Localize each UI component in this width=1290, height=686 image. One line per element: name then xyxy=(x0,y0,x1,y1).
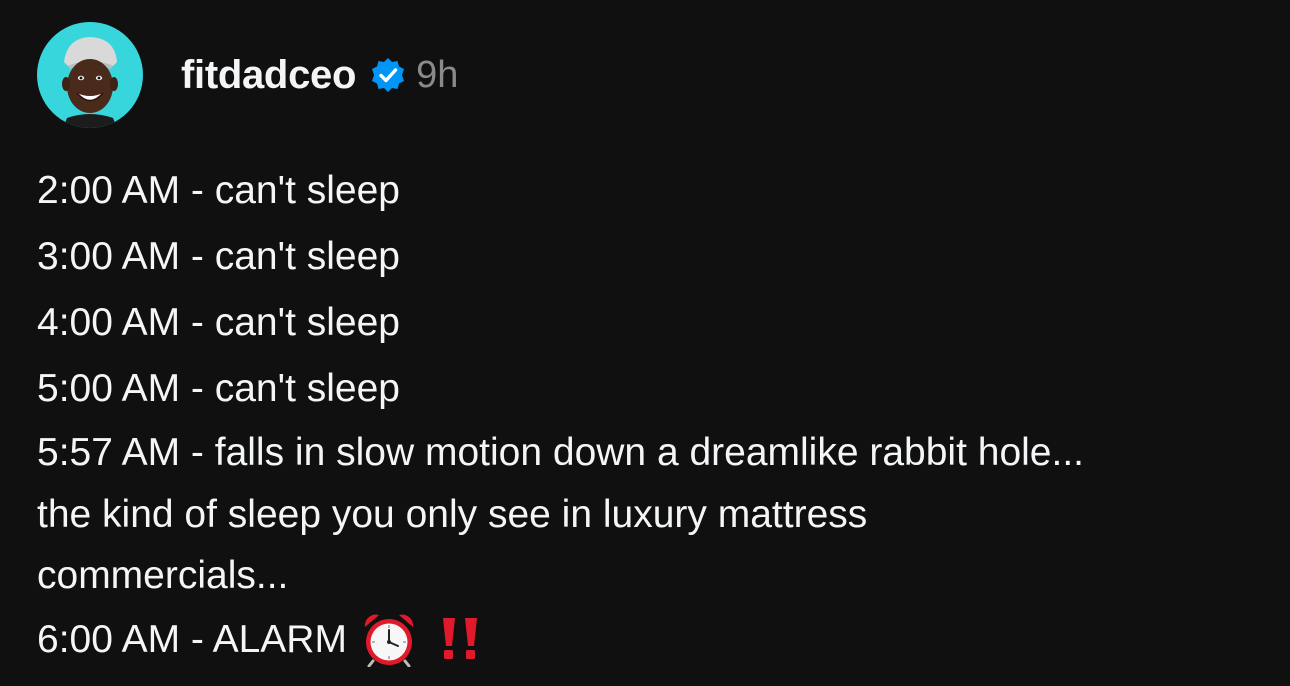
post-line: 5:00 AM - can't sleep xyxy=(37,367,400,410)
avatar-portrait-icon xyxy=(62,37,118,128)
avatar[interactable] xyxy=(37,22,143,128)
post-header: fitdadceo 9h xyxy=(37,21,458,129)
post-line: commercials... xyxy=(37,554,289,597)
double-exclamation-icon xyxy=(439,616,483,662)
post-line: 5:57 AM - falls in slow motion down a dr… xyxy=(37,431,1085,474)
post-line-alarm: 6:00 AM - ALARM xyxy=(37,606,1257,672)
post-line: 6:00 AM - ALARM xyxy=(37,617,347,661)
post-meta: fitdadceo 9h xyxy=(181,45,458,105)
post-line: 3:00 AM - can't sleep xyxy=(37,235,400,278)
post-line: 4:00 AM - can't sleep xyxy=(37,301,400,344)
post-body: 2:00 AM - can't sleep 3:00 AM - can't sl… xyxy=(37,158,1257,672)
post-timestamp[interactable]: 9h xyxy=(416,54,458,97)
thread-post: fitdadceo 9h 2:00 AM - can't sleep 3:00 … xyxy=(0,0,1290,686)
username[interactable]: fitdadceo xyxy=(181,53,356,98)
alarm-clock-icon xyxy=(361,611,417,668)
post-line: the kind of sleep you only see in luxury… xyxy=(37,493,868,536)
verified-badge-icon xyxy=(370,57,406,93)
post-line: 2:00 AM - can't sleep xyxy=(37,169,400,212)
